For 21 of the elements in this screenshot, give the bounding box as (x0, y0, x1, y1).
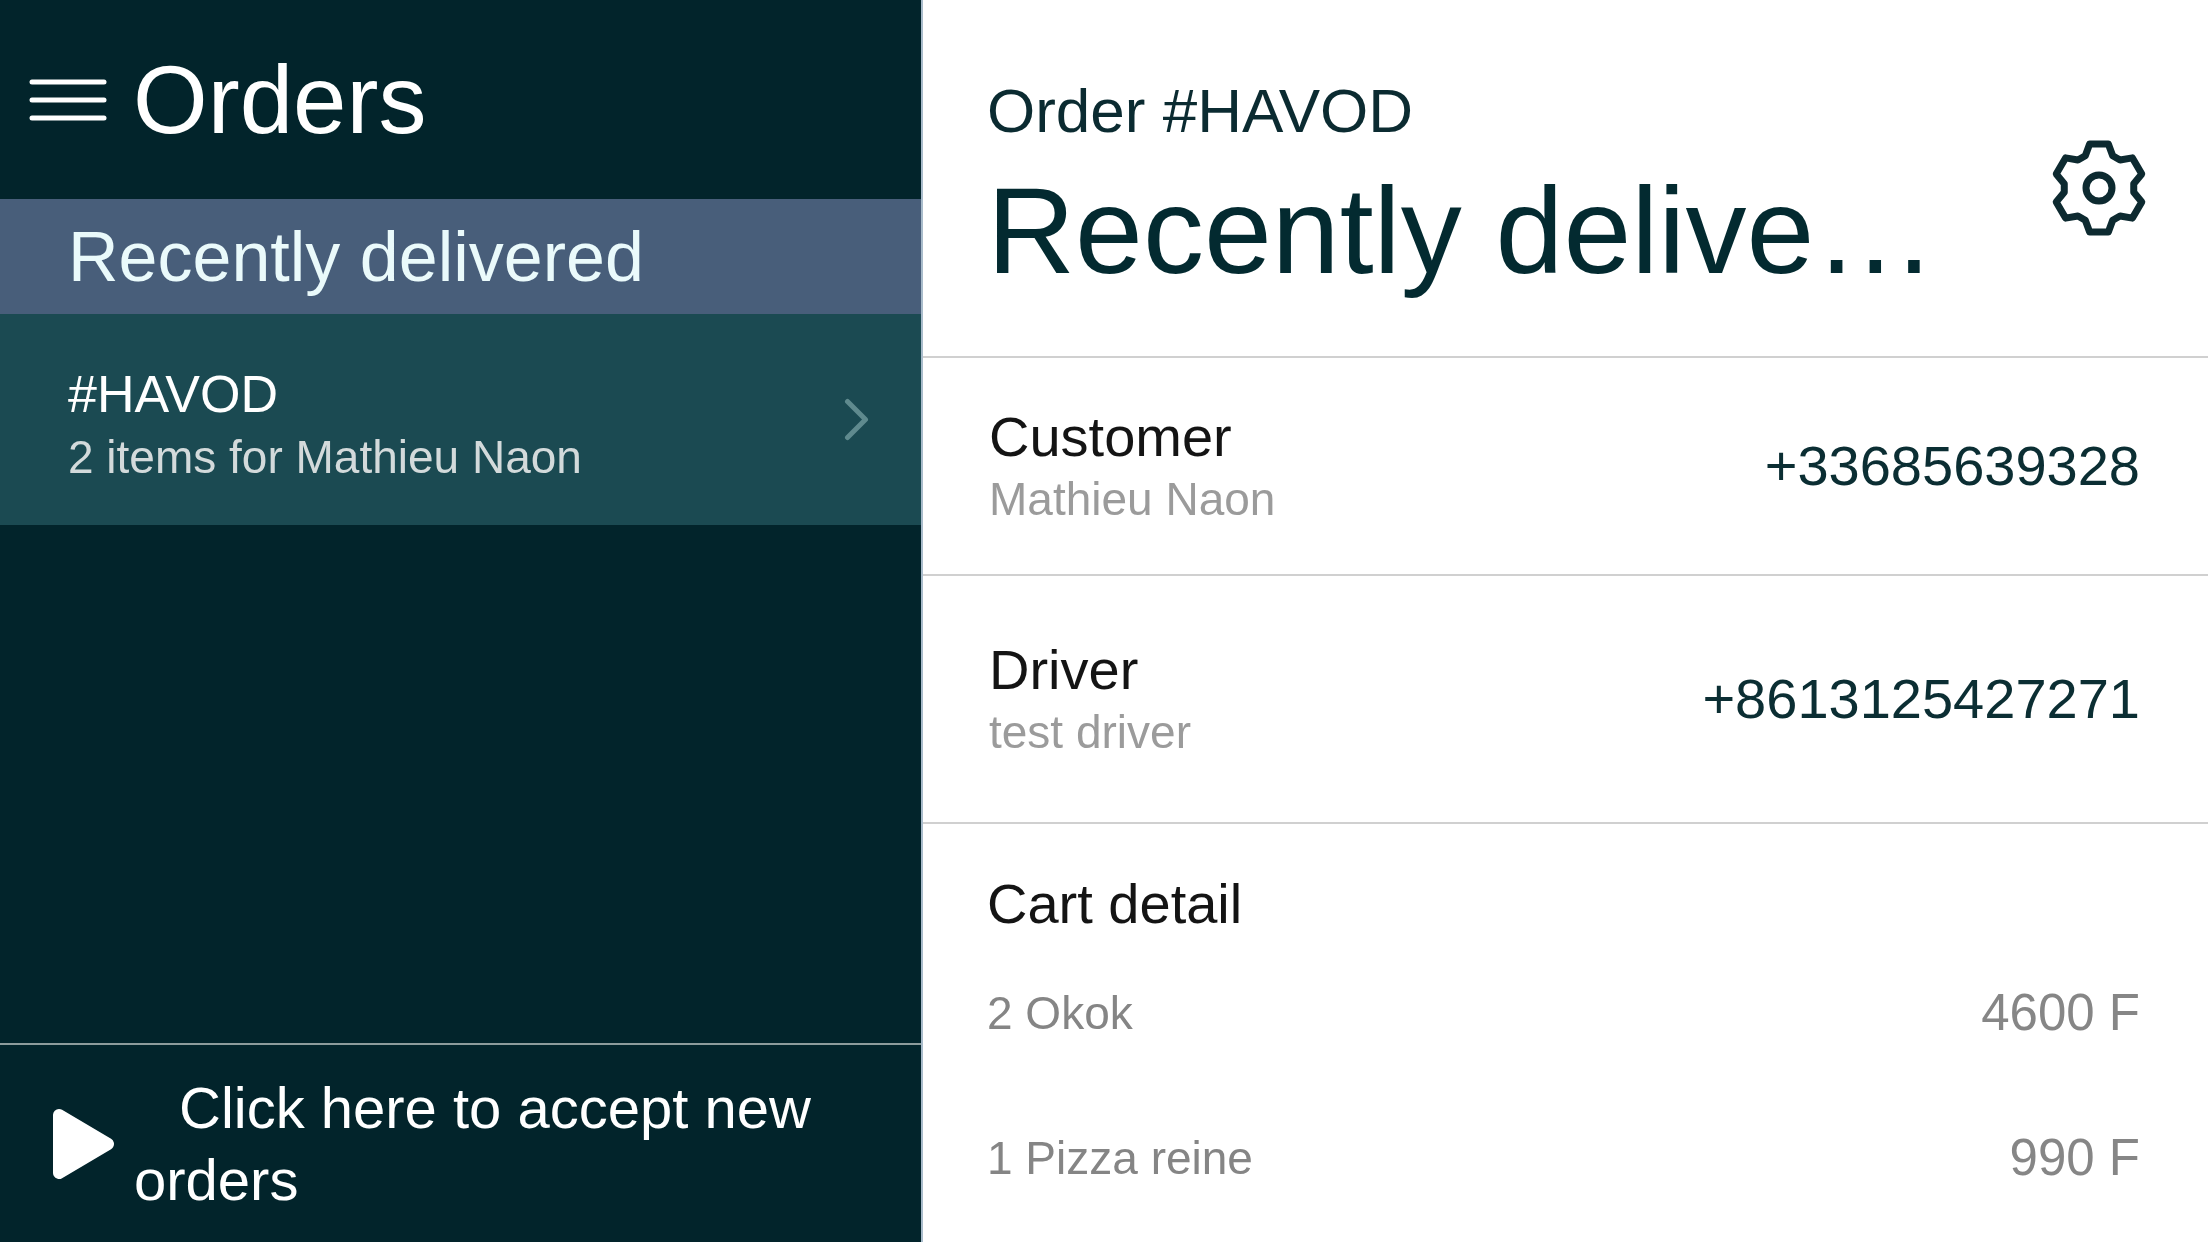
cart-item-name: 2 Okok (987, 987, 1133, 1039)
contact-name: test driver (989, 706, 1191, 758)
chevron-right-icon (844, 398, 869, 441)
menu-icon[interactable] (29, 77, 107, 122)
cart-item-name: 1 Pizza reine (987, 1132, 1253, 1184)
order-list-item[interactable]: #HAVOD 2 items for Mathieu Naon (0, 314, 921, 525)
sidebar-title: Orders (133, 51, 427, 148)
order-code: #HAVOD (68, 364, 279, 423)
cart-title: Cart detail (987, 874, 1244, 934)
order-status-title: Recently delive… (987, 162, 1937, 301)
play-icon (52, 1107, 115, 1180)
order-summary: 2 items for Mathieu Naon (68, 430, 582, 483)
order-number: Order #HAVOD (987, 75, 1415, 147)
phone-number: +8613125427271 (1702, 669, 2140, 729)
section-header: Recently delivered (0, 199, 921, 314)
contact-label: Customer (989, 407, 1233, 467)
cart-item-price: 4600 F (1981, 985, 2140, 1041)
contact-name: Mathieu Naon (989, 473, 1276, 525)
contact-label: Driver (989, 640, 1140, 700)
cart-item-price: 990 F (2009, 1130, 2140, 1186)
phone-number: +33685639328 (1764, 436, 2140, 496)
